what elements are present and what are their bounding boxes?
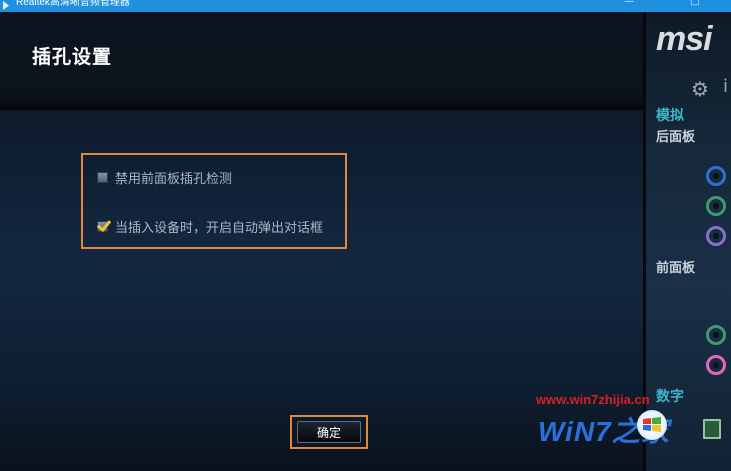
window-title: Realtek高清晰音频管理器 (16, 0, 130, 8)
checkbox-auto-popup-dialog[interactable] (97, 220, 108, 232)
dialog-header: 插孔设置 (0, 12, 643, 110)
digital-output-icon[interactable] (703, 419, 721, 439)
front-panel-label: 前面板 (656, 261, 696, 276)
device-side-panel: msi ⚙ i 模拟 后面板 前面板 数字 (646, 12, 731, 471)
watermark-url: www.win7zhijia.cn (536, 392, 650, 407)
checkbox-disable-front-panel-detection[interactable] (97, 171, 108, 183)
dialog-title: 插孔设置 (32, 46, 113, 68)
maximize-button[interactable]: □ (690, 0, 699, 7)
rear-panel-label: 后面板 (656, 130, 696, 145)
gear-icon[interactable]: ⚙ (691, 77, 709, 101)
option-label: 当插入设备时，开启自动弹出对话框 (115, 220, 324, 236)
option-auto-popup-dialog[interactable]: 当插入设备时，开启自动弹出对话框 (97, 216, 323, 236)
ok-button-highlight: 确定 (290, 415, 368, 449)
rear-jack-purple-icon[interactable] (706, 226, 726, 246)
ok-button[interactable]: 确定 (297, 421, 361, 443)
rear-jack-green-icon[interactable] (706, 196, 726, 216)
windows-logo-icon (637, 410, 667, 440)
analog-heading: 模拟 (656, 108, 684, 124)
digital-heading: 数字 (656, 389, 684, 405)
realtek-app-icon (3, 1, 9, 10)
front-jack-pink-icon[interactable] (706, 355, 726, 375)
rear-jack-blue-icon[interactable] (706, 166, 726, 186)
minimize-button[interactable]: — (624, 0, 634, 7)
options-group: 禁用前面板插孔检测 当插入设备时，开启自动弹出对话框 (81, 153, 347, 249)
front-jack-green-icon[interactable] (706, 325, 726, 345)
option-label: 禁用前面板插孔检测 (115, 171, 233, 187)
option-disable-front-panel-detection[interactable]: 禁用前面板插孔检测 (97, 167, 232, 187)
msi-logo: msi (656, 20, 713, 58)
title-bar: Realtek高清晰音频管理器 — □ (0, 0, 731, 12)
info-icon[interactable]: i (723, 76, 728, 97)
